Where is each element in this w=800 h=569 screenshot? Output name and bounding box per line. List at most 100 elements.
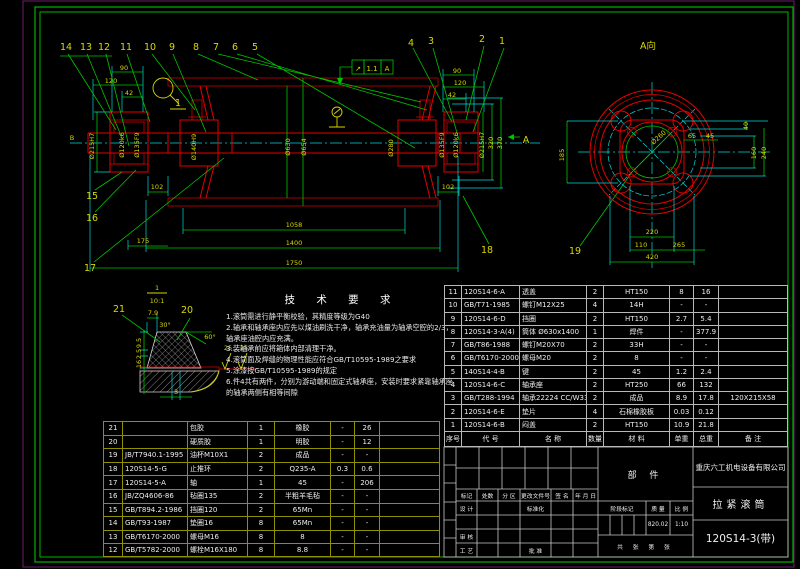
dimension-label: 1750 (286, 259, 303, 267)
left-hub (180, 100, 218, 166)
dimension-label: 185 (558, 149, 566, 161)
bom-cell (123, 421, 188, 435)
tb-sheet-info: 共 张 第 张 (598, 535, 693, 557)
tb-label-mark: 标记 (456, 489, 477, 501)
callout-number: 14 (60, 42, 72, 53)
bom-row: 8120S14-3-A(4)筒体 Ø630x14001焊件-377.9 (444, 325, 788, 338)
bom-cell (719, 312, 788, 325)
bom-row: 4120S14-6-C轴承座2HT25066132 (444, 378, 788, 391)
bom-cell: 4 (587, 404, 604, 417)
rubber-lagging-profile (147, 332, 201, 368)
bom-cell: - (331, 543, 355, 557)
bom-cell: 377.9 (694, 325, 719, 338)
bom-cell: 19 (103, 448, 123, 462)
bom-cell: 5 (444, 365, 462, 378)
dimension-label: 1058 (286, 221, 303, 229)
right-bearing-assembly (444, 112, 478, 172)
bom-row: 9120S14-6-D挡圈2HT1502.75.4 (444, 312, 788, 325)
bom-cell (719, 338, 788, 351)
bom-cell: 1.2 (670, 365, 694, 378)
technical-requirements: 技 术 要 求 1.滚筒需进行静平衡校验，其精度等级为G402.轴承和轴承座内应… (226, 292, 458, 398)
bom-cell: - (331, 475, 355, 489)
bom-cell: 120X215X58 (719, 391, 788, 404)
bom-row: 21包胶1橡胶-26 (103, 421, 440, 435)
dimension-label: 370 (496, 137, 504, 149)
bom-row: 10GB/T71-1985螺钉M12X25414H-- (444, 298, 788, 311)
dimension-label: 120 (105, 77, 117, 85)
bom-cell: 0.3 (331, 462, 355, 476)
bom-cell (380, 462, 440, 476)
bom-cell: - (694, 351, 719, 364)
bom-cell: 8.9 (670, 391, 694, 404)
bom-cell: - (331, 448, 355, 462)
bom-cell: 螺钉M20X70 (520, 338, 587, 351)
dimension-label: 40 (742, 122, 750, 130)
bom-cell: 0.6 (355, 462, 380, 476)
bom-cell: 120S14-6-B (462, 418, 520, 431)
bom-cell: - (355, 543, 380, 557)
tech-requirement-item: 6.件4共有两件，分别为游动端和固定式轴承座，安装时要求紧靠轴承座的轴承两侧有相… (226, 377, 458, 399)
bom-cell: 8 (248, 530, 275, 544)
bom-cell: HT250 (604, 378, 670, 391)
bom-cell: 16 (103, 489, 123, 503)
bom-cell: 名 称 (520, 431, 587, 447)
bom-cell: 4 (444, 378, 462, 391)
callout-number: 8 (193, 42, 199, 53)
dimension-label: Ø654 (300, 138, 308, 156)
title-block: 标记 处数 分 区 更改文件号 签 名 年 月 日 设 计 标准化 审 核 工 … (444, 447, 788, 557)
dimension-label: 45 (706, 132, 714, 140)
bom-cell: 3 (444, 391, 462, 404)
bom-cell: 1 (248, 475, 275, 489)
dimension-label: 42 (448, 91, 456, 99)
bom-cell: 备 注 (719, 431, 788, 447)
bom-cell: 65Mn (275, 503, 331, 517)
bom-cell (719, 325, 788, 338)
bom-table-left: 21包胶1橡胶-2620硬质胶1明胶-1219JB/T7940.1-1995油杯… (103, 421, 440, 557)
callout-number: 17 (84, 263, 96, 274)
bom-row: 17120S14-5-A轴145-206 (103, 475, 440, 489)
tb-label-count: 处数 (477, 489, 498, 501)
bom-cell: 17.8 (694, 391, 719, 404)
bom-cell: 5.4 (694, 312, 719, 325)
cad-sheet: 90120429012042Ø215H7BØ120k6Ø135F9Ø140H9Ø… (0, 0, 800, 569)
bom-cell: GB/T894.2-1986 (123, 503, 188, 517)
bom-cell: 成品 (604, 391, 670, 404)
bom-cell: 14 (103, 516, 123, 530)
dimension-label: Ø630 (284, 138, 292, 156)
bom-cell: Q235-A (275, 462, 331, 476)
dimension-label: 10:1 (150, 297, 165, 305)
bom-cell: 1 (444, 418, 462, 431)
callout-number: 1 (175, 98, 181, 109)
dimension-label: ↗ (355, 65, 361, 73)
dimension-label: 2.5 (135, 349, 143, 359)
dimension-label: 175 (137, 237, 149, 245)
bom-cell: JB/T7940.1-1995 (123, 448, 188, 462)
callout-number: 5 (252, 42, 258, 53)
bom-cell: GB/T5782-2000 (123, 543, 188, 557)
bom-cell: 120S14-6-E (462, 404, 520, 417)
bom-cell: 2 (248, 448, 275, 462)
dimension-label: Ø135F9 (438, 132, 446, 157)
bom-cell: 206 (355, 475, 380, 489)
dimension-label: 1400 (286, 239, 303, 247)
bom-cell: 65Mn (275, 516, 331, 530)
bom-cell: 1 (248, 421, 275, 435)
dimension-label: 420 (646, 253, 658, 261)
callout-number: 12 (98, 42, 110, 53)
callout-number: 2 (479, 34, 485, 45)
bom-cell (719, 404, 788, 417)
left-bearing-assembly (110, 112, 148, 172)
bom-cell: 21 (103, 421, 123, 435)
dimension-label: Ø120k6 (118, 132, 126, 157)
bom-header-row: 序号代 号名 称数量材 料单重总重备 注 (444, 431, 788, 447)
dimension-label: 160 (750, 147, 758, 159)
bom-cell (380, 503, 440, 517)
tb-label-mass: 质 量 (646, 501, 670, 515)
dimension-label: Ø280 (387, 139, 395, 157)
bom-cell (123, 435, 188, 449)
bom-cell: 轴承座 (520, 378, 587, 391)
bom-cell: 螺栓M16X180 (188, 543, 248, 557)
dimension-label: Ø120k6 (452, 132, 460, 157)
bom-cell: 筒体 Ø630x1400 (520, 325, 587, 338)
dimension-label: 265 (673, 241, 685, 249)
